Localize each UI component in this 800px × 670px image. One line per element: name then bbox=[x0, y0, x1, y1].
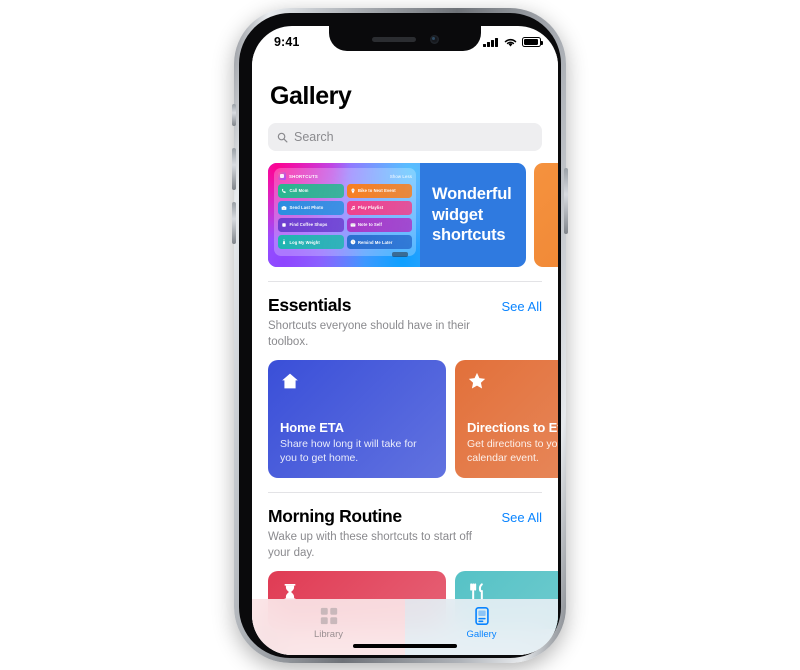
status-indicators bbox=[483, 37, 544, 48]
section-title: Essentials bbox=[268, 295, 352, 315]
card-body: Directions to Event Get directions to you… bbox=[467, 420, 558, 466]
app-content: Gallery Search SHORTCUTS Show Less Call … bbox=[252, 54, 558, 655]
widget-tile[interactable]: Find Coffee Shops bbox=[278, 217, 344, 233]
volume-down-button[interactable] bbox=[232, 202, 236, 244]
featured-card-next[interactable] bbox=[534, 163, 558, 267]
card-row[interactable]: Home ETA Share how long it will take for … bbox=[268, 360, 558, 479]
battery-icon bbox=[522, 37, 544, 47]
widget-tile[interactable]: Note to Self bbox=[346, 217, 412, 233]
shortcuts-app-icon bbox=[278, 172, 286, 180]
envelope-icon bbox=[350, 223, 355, 227]
widget-tile-label: Send Last Photo bbox=[289, 205, 324, 211]
scale-icon bbox=[282, 239, 286, 245]
gallery-card[interactable]: Home ETA Share how long it will take for … bbox=[268, 360, 446, 479]
page-title: Gallery bbox=[270, 82, 352, 110]
phone-screen: 9:41 Gallery Search SHORTCUTS Show Less … bbox=[252, 26, 558, 655]
home-indicator bbox=[353, 643, 457, 648]
cellular-signal-icon bbox=[483, 37, 498, 47]
section-header: Morning Routine See All bbox=[268, 493, 542, 527]
widget-tile[interactable]: Remind Me Later bbox=[346, 234, 412, 250]
widget-tile-label: Note to Self bbox=[358, 222, 382, 228]
star-icon bbox=[468, 372, 486, 389]
widget-tile-label: Play Playlist bbox=[358, 205, 384, 211]
grid-icon bbox=[320, 607, 337, 625]
tab-gallery-label: Gallery bbox=[466, 629, 497, 640]
phone-bezel: 9:41 Gallery Search SHORTCUTS Show Less … bbox=[239, 13, 561, 658]
search-icon bbox=[277, 132, 288, 142]
section-title: Morning Routine bbox=[268, 506, 402, 527]
notch bbox=[329, 26, 481, 51]
widget-tile[interactable]: Bike to Next Event bbox=[346, 183, 412, 198]
card-icon bbox=[474, 607, 489, 625]
featured-headline: Wonderful widget shortcuts bbox=[432, 185, 512, 245]
tab-library-label: Library bbox=[313, 629, 344, 640]
widget-tile[interactable]: Play Playlist bbox=[346, 200, 412, 216]
section-subtitle: Wake up with these shortcuts to start of… bbox=[268, 531, 472, 559]
sections-container: Essentials See All Shortcuts everyone shou… bbox=[252, 281, 558, 630]
widget-tiles: Call Mom Bike to Next Event Send Last Phot… bbox=[278, 183, 412, 250]
widget-header: SHORTCUTS Show Less bbox=[278, 172, 412, 180]
search-placeholder: Search bbox=[294, 130, 334, 144]
clock-icon bbox=[350, 239, 355, 245]
card-description: Get directions to your next calendar eve… bbox=[467, 438, 558, 465]
widget-tile[interactable]: Call Mom bbox=[278, 183, 344, 198]
widget-preview: SHORTCUTS Show Less Call Mom Bike to Next… bbox=[268, 163, 420, 267]
gallery-card[interactable]: Directions to Event Get directions to you… bbox=[455, 360, 558, 479]
music-note-icon bbox=[350, 205, 355, 210]
widget-card: SHORTCUTS Show Less Call Mom Bike to Next… bbox=[274, 168, 416, 258]
card-description: Share how long it will take for you to g… bbox=[280, 438, 417, 465]
widget-tile-label: Call Mom bbox=[289, 188, 309, 194]
volume-up-button[interactable] bbox=[232, 148, 236, 190]
front-camera-icon bbox=[429, 35, 439, 44]
widget-header-left: SHORTCUTS bbox=[278, 172, 318, 180]
square-icon bbox=[282, 223, 286, 227]
section-essentials: Essentials See All Shortcuts everyone shou… bbox=[252, 282, 558, 479]
phone-icon bbox=[282, 188, 286, 193]
camera-icon bbox=[281, 205, 287, 210]
status-time: 9:41 bbox=[274, 35, 300, 49]
widget-tile[interactable]: Send Last Photo bbox=[278, 200, 344, 216]
location-icon bbox=[350, 188, 355, 194]
phone-frame: 9:41 Gallery Search SHORTCUTS Show Less … bbox=[232, 8, 568, 663]
widget-tile-label: Remind Me Later bbox=[358, 239, 393, 245]
wifi-icon bbox=[504, 38, 516, 47]
silent-switch[interactable] bbox=[232, 104, 236, 126]
widget-partial-row bbox=[278, 251, 412, 258]
house-icon bbox=[282, 373, 298, 389]
card-title: Directions to Event bbox=[467, 419, 558, 435]
featured-card-widget-shortcuts[interactable]: SHORTCUTS Show Less Call Mom Bike to Next… bbox=[268, 163, 526, 267]
featured-carousel[interactable]: SHORTCUTS Show Less Call Mom Bike to Next… bbox=[252, 163, 558, 267]
widget-tile-label: Log My Weight bbox=[289, 239, 320, 245]
see-all-link[interactable]: See All bbox=[502, 299, 542, 314]
section-subtitle: Shortcuts everyone should have in their … bbox=[268, 320, 471, 348]
card-title: Home ETA bbox=[280, 419, 344, 435]
card-body: Home ETA Share how long it will take for … bbox=[280, 420, 434, 466]
widget-tile-label: Bike to Next Event bbox=[358, 188, 396, 194]
widget-app-name: SHORTCUTS bbox=[289, 173, 318, 179]
show-less-link[interactable]: Show Less bbox=[390, 174, 412, 179]
widget-tile[interactable]: Log My Weight bbox=[278, 234, 344, 250]
see-all-link[interactable]: See All bbox=[502, 510, 542, 525]
speaker-grille-icon bbox=[371, 37, 416, 42]
power-button[interactable] bbox=[564, 168, 568, 234]
search-input[interactable]: Search bbox=[268, 123, 542, 151]
widget-tile-label: Find Coffee Shops bbox=[289, 222, 328, 228]
section-header: Essentials See All bbox=[268, 282, 542, 316]
